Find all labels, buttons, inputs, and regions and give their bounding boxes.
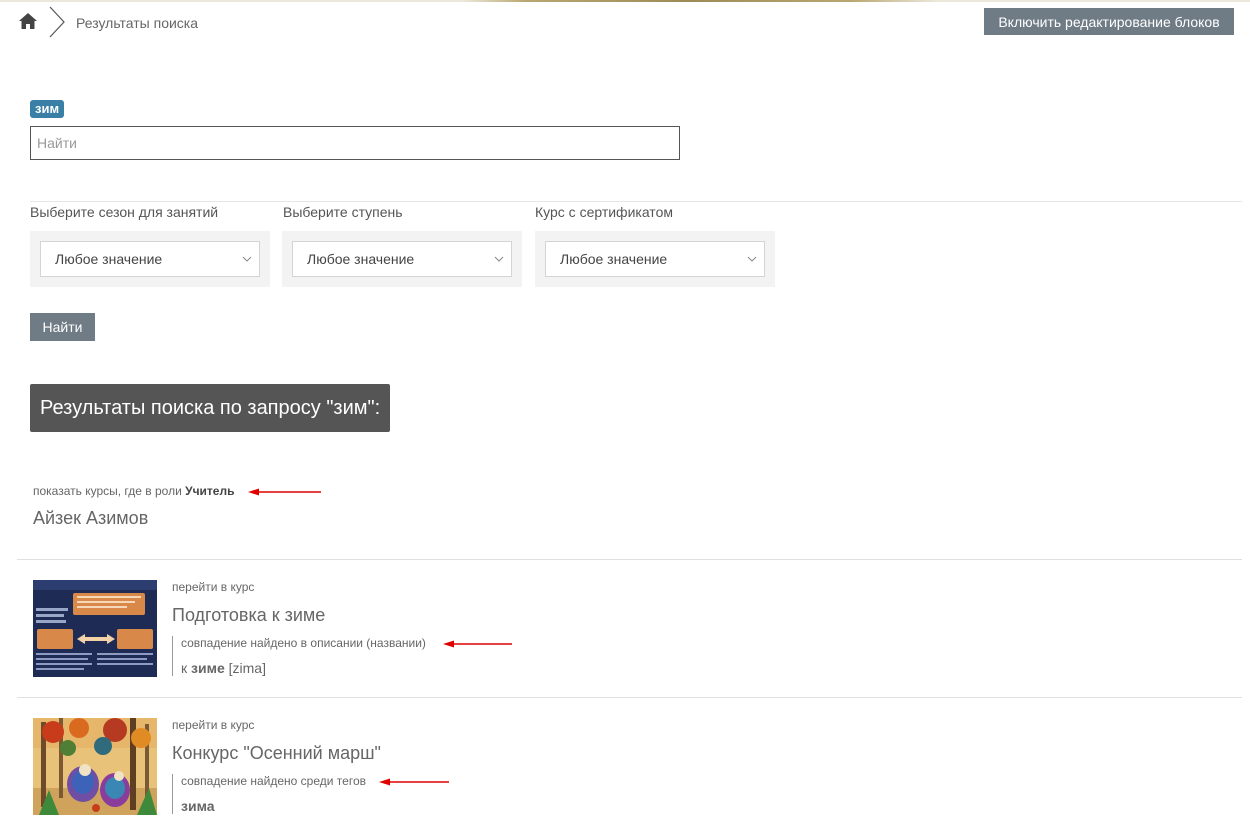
course-image-painting [33, 718, 157, 815]
result-divider [17, 697, 1242, 698]
chevron-down-icon [242, 256, 252, 262]
level-select[interactable]: Любое значение [292, 241, 512, 277]
matched-text: зима [181, 798, 366, 814]
level-filter-label: Выберите ступень [283, 204, 403, 220]
chevron-down-icon [747, 256, 757, 262]
matched-suffix: [zima] [224, 660, 266, 676]
home-icon[interactable] [18, 12, 38, 30]
season-filter-label: Выберите сезон для занятий [30, 204, 219, 220]
result-divider [17, 559, 1242, 560]
divider [30, 201, 1242, 202]
course-title-link[interactable]: Подготовка к зиме [172, 605, 325, 626]
season-select[interactable]: Любое значение [40, 241, 260, 277]
search-tag[interactable]: зим [30, 100, 65, 118]
enable-block-editing-button[interactable]: Включить редактирование блоков [984, 8, 1234, 35]
certificate-select[interactable]: Любое значение [545, 241, 765, 277]
annotation-arrow [248, 488, 321, 496]
certificate-filter-label: Курс с сертификатом [535, 204, 673, 220]
certificate-filter: Любое значение [535, 231, 775, 287]
level-filter: Любое значение [282, 231, 522, 287]
course-thumbnail[interactable] [33, 718, 157, 815]
find-button[interactable]: Найти [30, 313, 95, 341]
annotation-arrow [379, 778, 449, 786]
match-reason: совпадение найдено среди тегов [181, 774, 367, 788]
match-reason: совпадение найдено в описании (названии) [181, 636, 426, 650]
matched-word: зима [181, 798, 215, 814]
season-filter: Любое значение [30, 231, 270, 287]
matched-text: к зиме [zima] [181, 660, 426, 676]
role-filter-line: показать курсы, где в роли Учитель [33, 484, 234, 498]
go-to-course-label: перейти в курс [172, 580, 255, 594]
matched-word: зиме [191, 660, 225, 676]
go-to-course-label: перейти в курс [172, 718, 255, 732]
annotation-arrow [443, 640, 512, 648]
course-image-diagram [33, 580, 157, 677]
certificate-select-value: Любое значение [560, 251, 668, 267]
match-info: совпадение найдено в описании (названии)… [172, 636, 426, 676]
role-prefix: показать курсы, где в роли [33, 484, 186, 498]
search-input[interactable] [30, 126, 680, 160]
course-thumbnail[interactable] [33, 580, 157, 677]
breadcrumb-current: Результаты поиска [76, 15, 199, 31]
level-select-value: Любое значение [307, 251, 415, 267]
match-info: совпадение найдено среди тегов зима [172, 774, 366, 814]
season-select-value: Любое значение [55, 251, 163, 267]
matched-prefix: к [181, 660, 192, 676]
role-name-link[interactable]: Учитель [185, 484, 234, 498]
course-title-link[interactable]: Конкурс "Осенний марш" [172, 743, 381, 764]
top-accent-line [0, 0, 1250, 2]
breadcrumb-separator-icon [49, 6, 65, 38]
chevron-down-icon [494, 256, 504, 262]
teacher-name-link[interactable]: Айзек Азимов [33, 508, 148, 529]
results-heading: Результаты поиска по запросу "зим": [30, 384, 391, 432]
